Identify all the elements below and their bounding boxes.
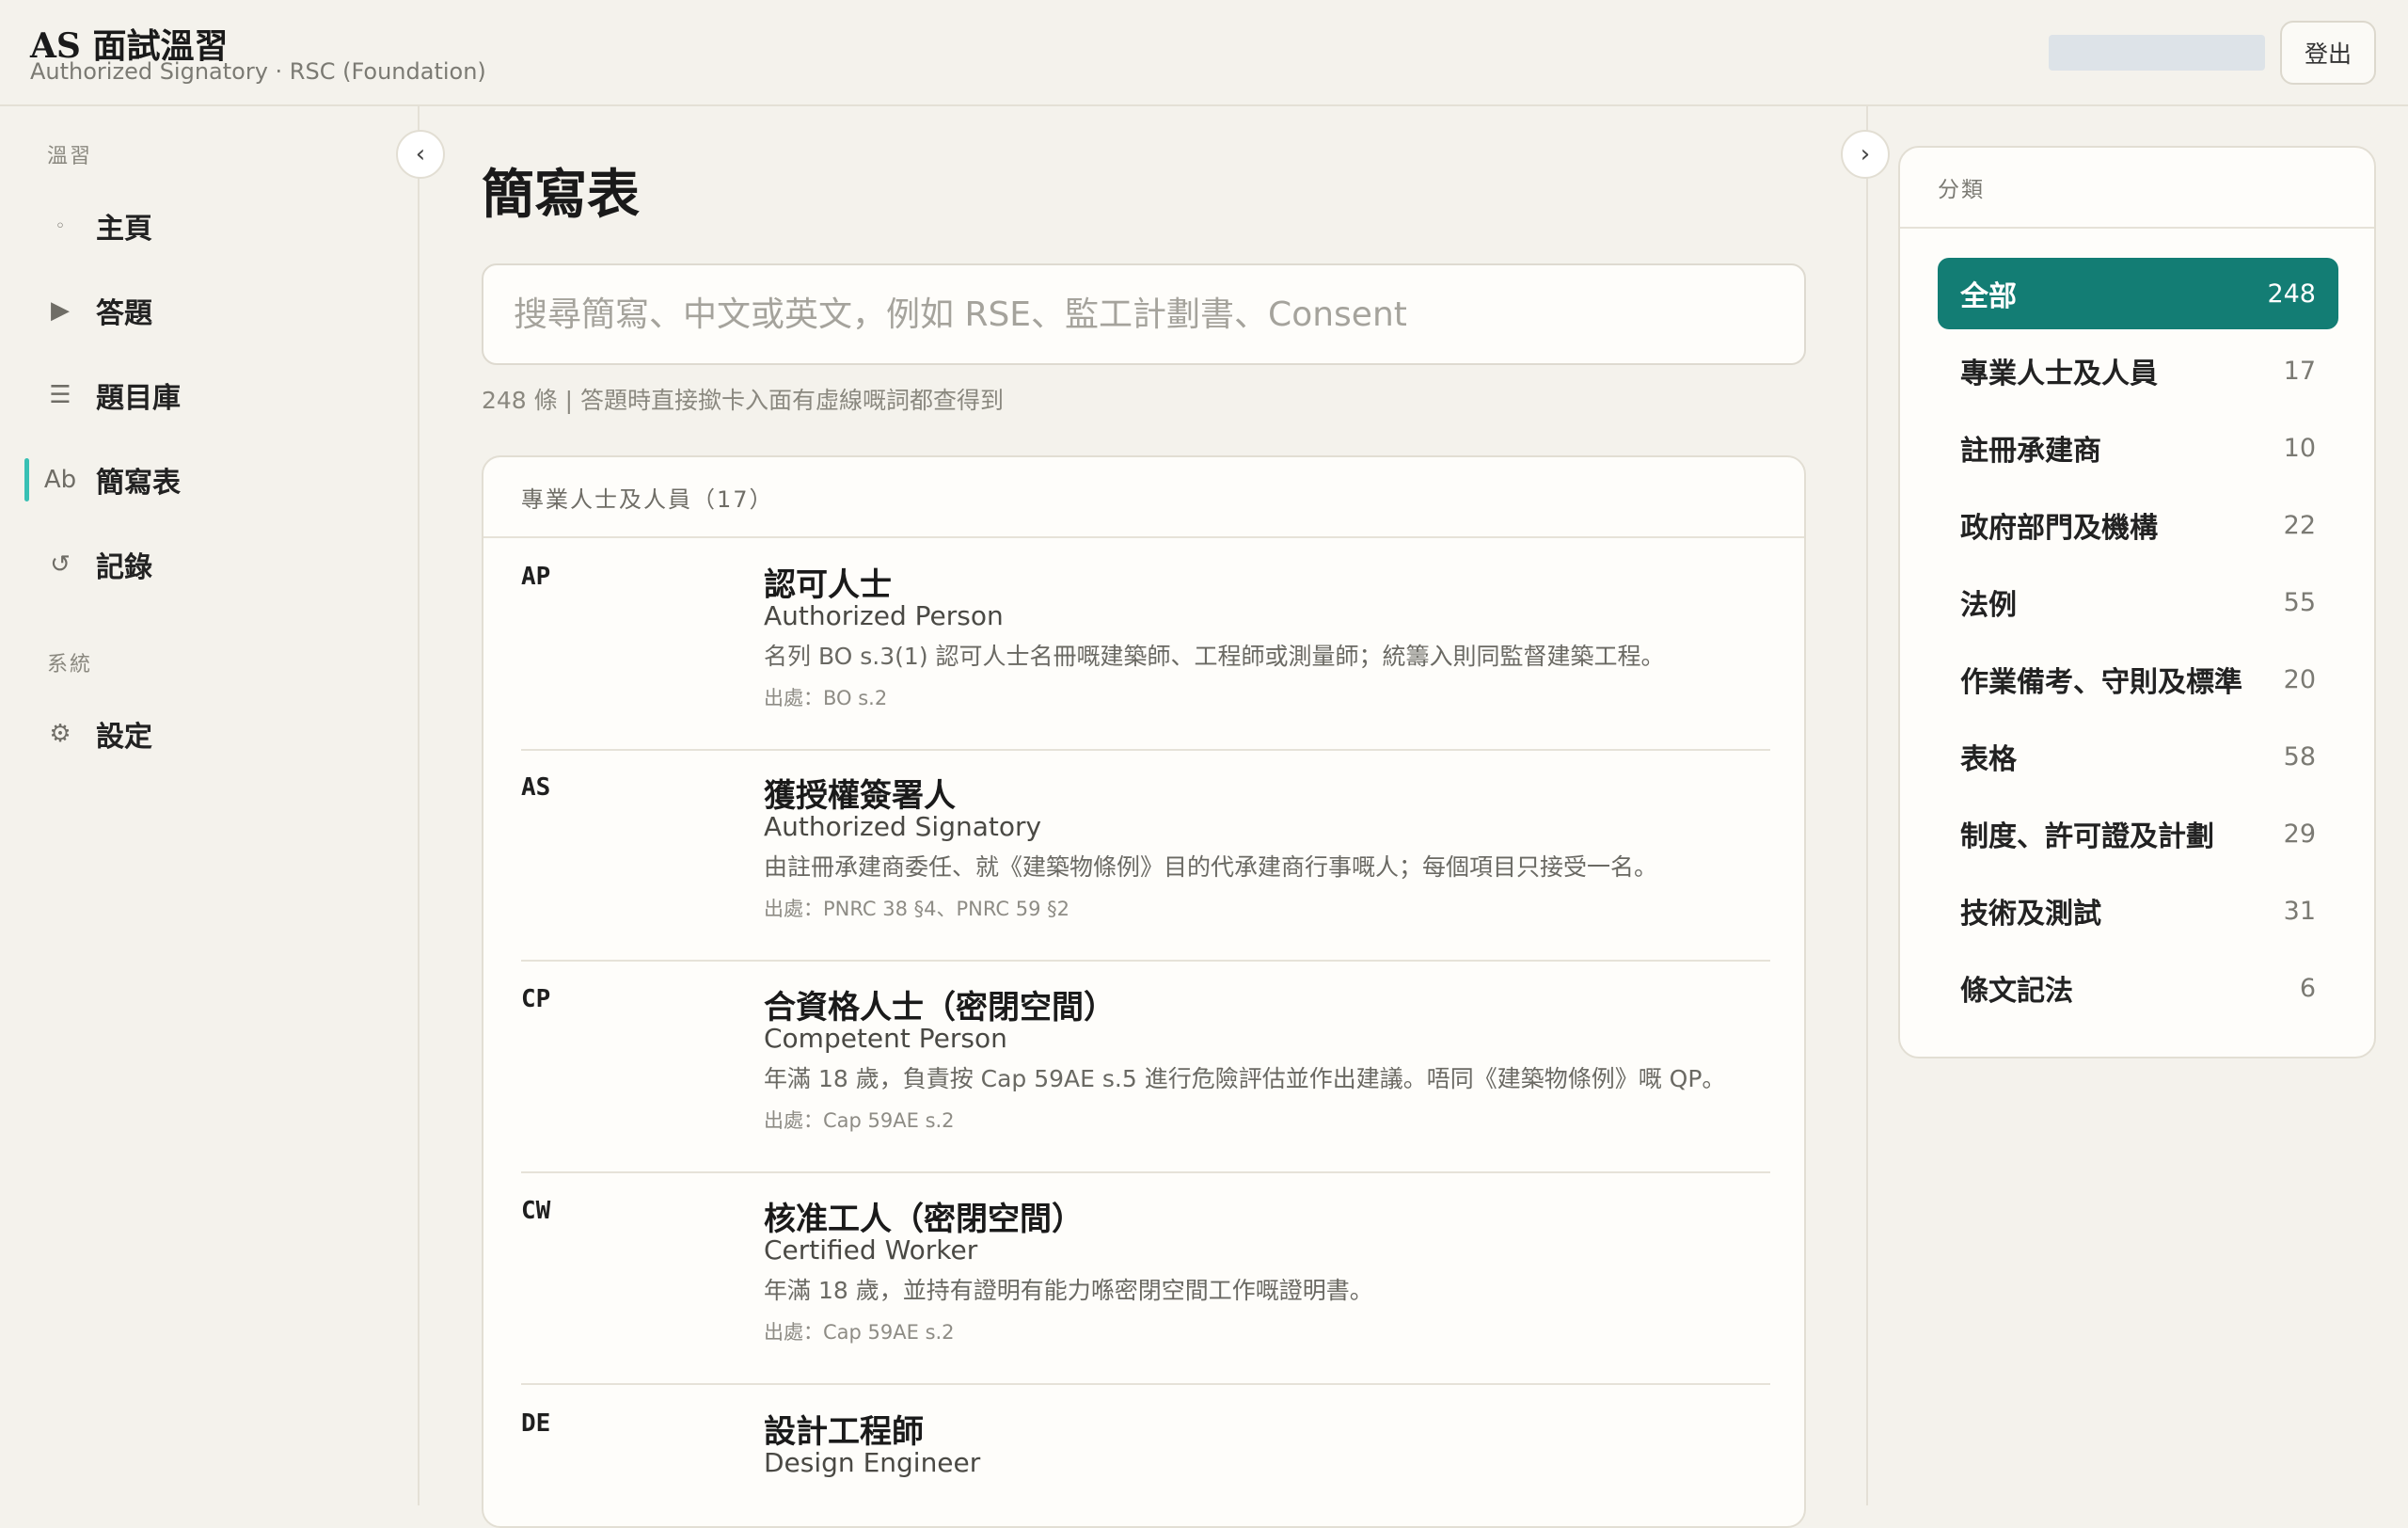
category-item[interactable]: 政府部門及機構 22 bbox=[1938, 489, 2338, 561]
user-info-placeholder bbox=[2049, 35, 2265, 71]
category-panel: 分類 全部 248 專業人士及人員 17 註冊承建商 10 政府部門及機構 22… bbox=[1898, 146, 2376, 1058]
category-item[interactable]: 條文記法 6 bbox=[1938, 952, 2338, 1024]
category-item[interactable]: 註冊承建商 10 bbox=[1938, 412, 2338, 484]
category-item[interactable]: 專業人士及人員 17 bbox=[1938, 335, 2338, 406]
list-item[interactable]: CP 合資格人士（密閉空間） Competent Person 年滿 18 歲，… bbox=[521, 963, 1770, 1173]
category-label: 作業備考、守則及標準 bbox=[1960, 666, 2242, 699]
category-count: 31 bbox=[2283, 896, 2316, 926]
category-item[interactable]: 制度、許可證及計劃 29 bbox=[1938, 798, 2338, 869]
category-label: 註冊承建商 bbox=[1960, 435, 2101, 468]
entry-abbr: DE bbox=[521, 1409, 551, 1438]
app-subtitle: Authorized Signatory · RSC (Foundation) bbox=[30, 58, 486, 85]
entry-english: Authorized Signatory bbox=[764, 811, 1042, 842]
sidebar-item-quiz[interactable]: ▶ 答題 bbox=[24, 278, 401, 343]
entry-english: Design Engineer bbox=[764, 1447, 981, 1478]
entry-chinese: 核准工人（密閉空間） bbox=[764, 1201, 1084, 1238]
category-count: 29 bbox=[2283, 819, 2316, 849]
entry-count-text: 248 條 | 答題時直接撳卡入面有虛線嘅詞都查得到 bbox=[482, 387, 1004, 414]
play-icon: ▶ bbox=[51, 296, 70, 325]
sidebar-item-home[interactable]: ◦ 主頁 bbox=[24, 193, 401, 259]
sidebar-item-label: 主頁 bbox=[96, 213, 152, 246]
entry-english: Certified Worker bbox=[764, 1234, 978, 1265]
main-divider bbox=[1866, 106, 1868, 1505]
category-label: 技術及測試 bbox=[1960, 898, 2101, 931]
category-count: 248 bbox=[2267, 279, 2316, 309]
list-item[interactable]: AS 獲授權簽署人 Authorized Signatory 由註冊承建商委任、… bbox=[521, 751, 1770, 962]
category-count: 55 bbox=[2283, 587, 2316, 617]
category-header: 分類 bbox=[1900, 148, 2374, 229]
entry-description: 年滿 18 歲，負責按 Cap 59AE s.5 進行危險評估並作出建議。唔同《… bbox=[764, 1065, 1726, 1092]
abbr-icon: Ab bbox=[43, 466, 77, 494]
list-item[interactable]: AP 認可人士 Authorized Person 名列 BO s.3(1) 認… bbox=[521, 540, 1770, 751]
category-count: 20 bbox=[2283, 664, 2316, 694]
logout-button[interactable]: 登出 bbox=[2280, 21, 2376, 85]
entry-abbr: AP bbox=[521, 563, 551, 591]
entry-chinese: 合資格人士（密閉空間） bbox=[764, 989, 1116, 1027]
sidebar-item-label: 設定 bbox=[96, 721, 152, 754]
category-label: 表格 bbox=[1960, 743, 2017, 776]
category-count: 58 bbox=[2283, 741, 2316, 772]
abbreviation-list: 專業人士及人員（17） AP 認可人士 Authorized Person 名列… bbox=[482, 455, 1806, 1528]
category-label: 法例 bbox=[1960, 589, 2017, 622]
sidebar-item-label: 簡寫表 bbox=[96, 467, 181, 500]
entry-chinese: 認可人士 bbox=[764, 566, 892, 604]
category-count: 17 bbox=[2283, 356, 2316, 386]
category-label: 全部 bbox=[1960, 280, 2017, 313]
entry-english: Competent Person bbox=[764, 1023, 1007, 1054]
sidebar-item-history[interactable]: ↺ 記錄 bbox=[24, 532, 401, 597]
sidebar-section-system: 系統 bbox=[47, 653, 93, 676]
app-header: AS 面試溫習 Authorized Signatory · RSC (Foun… bbox=[0, 0, 2408, 106]
history-icon: ↺ bbox=[50, 550, 71, 579]
collapse-sidebar-button[interactable]: ‹ bbox=[396, 130, 445, 179]
category-label: 條文記法 bbox=[1960, 975, 2073, 1008]
entry-source: 出處：Cap 59AE s.2 bbox=[764, 1321, 955, 1344]
category-item-all[interactable]: 全部 248 bbox=[1938, 258, 2338, 329]
page-title: 簡寫表 bbox=[482, 164, 640, 226]
category-item[interactable]: 表格 58 bbox=[1938, 721, 2338, 792]
category-label: 制度、許可證及計劃 bbox=[1960, 820, 2214, 853]
entry-source: 出處：PNRC 38 §4、PNRC 59 §2 bbox=[764, 898, 1070, 920]
entry-description: 名列 BO s.3(1) 認可人士名冊嘅建築師、工程師或測量師；統籌入則同監督建… bbox=[764, 643, 1665, 670]
entry-english: Authorized Person bbox=[764, 600, 1004, 631]
sidebar-item-question-bank[interactable]: ☰ 題目庫 bbox=[24, 362, 401, 428]
list-item[interactable]: CW 核准工人（密閉空間） Certified Worker 年滿 18 歲，並… bbox=[521, 1174, 1770, 1385]
category-count: 6 bbox=[2299, 973, 2316, 1003]
group-header: 專業人士及人員（17） bbox=[483, 457, 1804, 538]
dot-icon: ◦ bbox=[55, 215, 66, 236]
category-count: 22 bbox=[2283, 510, 2316, 540]
sidebar-item-label: 答題 bbox=[96, 297, 152, 330]
collapse-panel-button[interactable]: › bbox=[1841, 130, 1890, 179]
entry-source: 出處：Cap 59AE s.2 bbox=[764, 1109, 955, 1132]
category-item[interactable]: 作業備考、守則及標準 20 bbox=[1938, 644, 2338, 715]
entry-description: 年滿 18 歲，並持有證明有能力喺密閉空間工作嘅證明書。 bbox=[764, 1277, 1373, 1304]
entry-abbr: AS bbox=[521, 773, 551, 802]
sidebar-item-settings[interactable]: ⚙ 設定 bbox=[24, 701, 401, 767]
category-count: 10 bbox=[2283, 433, 2316, 463]
sidebar-item-label: 題目庫 bbox=[96, 382, 181, 415]
entry-chinese: 獲授權簽署人 bbox=[764, 777, 956, 815]
gear-icon: ⚙ bbox=[49, 720, 71, 748]
entry-abbr: CP bbox=[521, 985, 551, 1013]
search-input[interactable] bbox=[482, 263, 1806, 365]
entry-source: 出處：BO s.2 bbox=[764, 687, 888, 709]
entry-chinese: 設計工程師 bbox=[764, 1413, 924, 1451]
category-item[interactable]: 法例 55 bbox=[1938, 566, 2338, 638]
list-item[interactable]: DE 設計工程師 Design Engineer bbox=[521, 1387, 1770, 1526]
chevron-right-icon: › bbox=[1860, 140, 1871, 168]
sidebar-section-study: 溫習 bbox=[47, 145, 93, 168]
sidebar-item-label: 記錄 bbox=[96, 551, 152, 584]
category-label: 政府部門及機構 bbox=[1960, 512, 2158, 545]
chevron-left-icon: ‹ bbox=[415, 140, 426, 168]
entry-description: 由註冊承建商委任、就《建築物條例》目的代承建商行事嘅人；每個項目只接受一名。 bbox=[764, 853, 1658, 881]
sidebar-item-abbreviations[interactable]: Ab 簡寫表 bbox=[24, 447, 401, 513]
list-icon: ☰ bbox=[49, 381, 71, 409]
category-label: 專業人士及人員 bbox=[1960, 358, 2158, 390]
entry-abbr: CW bbox=[521, 1197, 551, 1225]
category-item[interactable]: 技術及測試 31 bbox=[1938, 875, 2338, 947]
sidebar: 溫習 ◦ 主頁 ▶ 答題 ☰ 題目庫 Ab 簡寫表 ↺ 記錄 系統 ⚙ 設定 bbox=[0, 106, 420, 1505]
